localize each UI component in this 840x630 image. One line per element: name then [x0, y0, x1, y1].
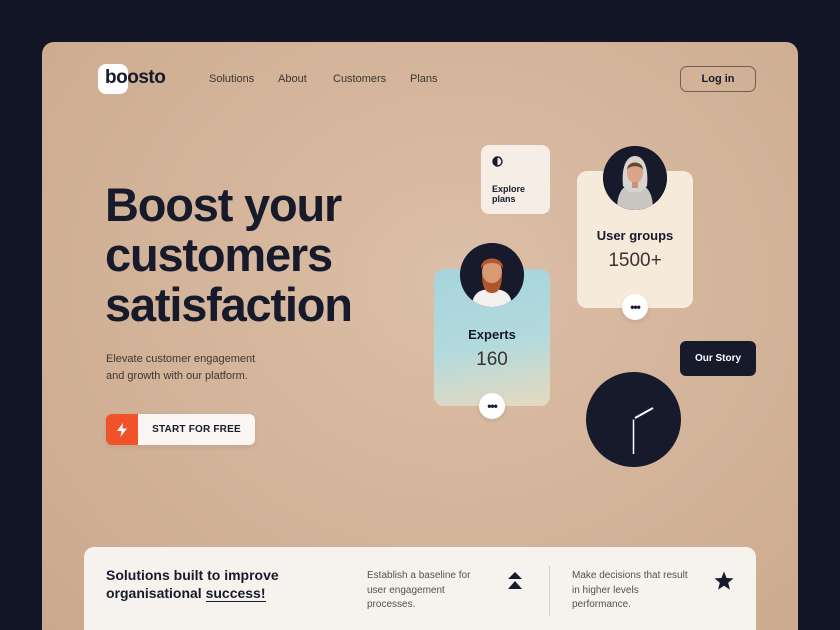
hero-subtitle: Elevate customer engagement and growth w…	[106, 353, 256, 382]
solutions-section: Solutions built to improve organisationa…	[84, 547, 756, 630]
login-button[interactable]: Log in	[680, 66, 756, 92]
avatar-man	[460, 243, 524, 307]
explore-plans-label: Explore plans	[492, 184, 526, 204]
experts-title: Experts	[468, 327, 516, 342]
landing-page-frame: boosto Solutions About Customers Plans L…	[42, 42, 798, 630]
cta-label: START FOR FREE	[138, 414, 255, 445]
explore-plans-card[interactable]: Explore plans	[481, 145, 550, 214]
nav-plans[interactable]: Plans	[410, 73, 438, 85]
more-dots-icon: •••	[630, 300, 641, 314]
our-story-button[interactable]: Our Story	[680, 341, 756, 376]
user-groups-count: 1500+	[608, 250, 662, 271]
feature-decisions-text: Make decisions that result in higher lev…	[572, 570, 688, 610]
clock-graphic	[586, 372, 681, 467]
nav-solutions[interactable]: Solutions	[209, 73, 254, 85]
more-dots-icon: •••	[487, 399, 498, 413]
hero-title: Boost your customers satisfaction	[105, 180, 405, 330]
feature-divider	[549, 566, 550, 616]
logo-text[interactable]: boosto	[105, 67, 166, 89]
solutions-heading: Solutions built to improve organisationa…	[106, 566, 336, 602]
hero-title-line: customers	[105, 228, 333, 281]
hero-title-line: Boost your	[105, 178, 342, 231]
double-chevron-up-icon	[508, 572, 522, 589]
avatar-woman	[603, 146, 667, 210]
user-groups-title: User groups	[596, 228, 674, 243]
nav-customers[interactable]: Customers	[333, 73, 386, 85]
feature-baseline-text: Establish a baseline for user engagement…	[367, 570, 471, 610]
solutions-heading-underlined: success!	[205, 585, 266, 602]
experts-count: 160	[476, 349, 508, 370]
lightning-icon	[106, 414, 138, 445]
clock-hands-icon	[632, 407, 654, 454]
nav-about[interactable]: About	[278, 73, 307, 85]
star-icon	[714, 571, 734, 590]
hero-title-line: satisfaction	[105, 278, 353, 331]
half-circle-icon	[492, 156, 503, 167]
start-for-free-button[interactable]: START FOR FREE	[106, 414, 255, 445]
experts-more-button[interactable]: •••	[479, 393, 505, 419]
user-groups-more-button[interactable]: •••	[622, 294, 648, 320]
